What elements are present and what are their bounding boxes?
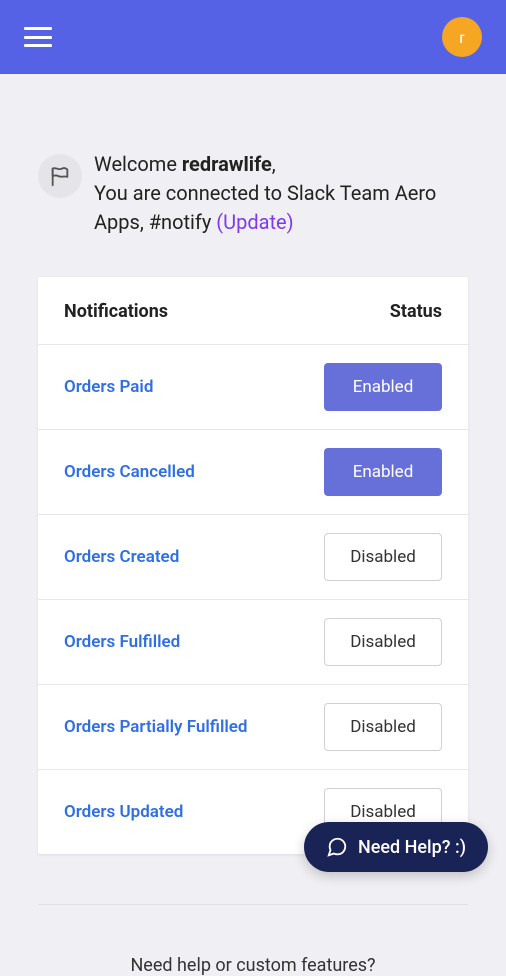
status-toggle-button[interactable]: Disabled (324, 703, 442, 751)
col-header-status: Status (390, 301, 442, 322)
notification-row: Orders Paid Enabled (38, 345, 468, 430)
hamburger-menu-icon[interactable] (24, 27, 52, 47)
notification-link[interactable]: Orders Partially Fulfilled (64, 717, 248, 737)
welcome-suffix: , (272, 152, 276, 176)
chat-icon (326, 836, 348, 858)
notification-row: Orders Created Disabled (38, 515, 468, 600)
status-toggle-button[interactable]: Disabled (324, 533, 442, 581)
welcome-username: redrawlife (182, 152, 272, 176)
status-toggle-button[interactable]: Enabled (324, 448, 442, 496)
slack-channel: #notify (149, 210, 212, 234)
update-link[interactable]: (Update) (216, 210, 293, 234)
notification-link[interactable]: Orders Cancelled (64, 462, 195, 482)
welcome-prefix: Welcome (94, 152, 182, 176)
col-header-notifications: Notifications (64, 301, 168, 322)
notification-row: Orders Fulfilled Disabled (38, 600, 468, 685)
notification-link[interactable]: Orders Updated (64, 802, 183, 822)
app-header: r (0, 0, 506, 74)
status-toggle-button[interactable]: Enabled (324, 363, 442, 411)
footer-help-text: Need help or custom features? (0, 955, 506, 976)
divider (38, 904, 468, 905)
notification-link[interactable]: Orders Created (64, 547, 179, 567)
notification-row: Orders Cancelled Enabled (38, 430, 468, 515)
avatar-initial: r (459, 28, 464, 47)
avatar[interactable]: r (442, 17, 482, 57)
notification-link[interactable]: Orders Paid (64, 377, 153, 397)
welcome-section: Welcome redrawlife, You are connected to… (0, 74, 506, 277)
notification-row: Orders Partially Fulfilled Disabled (38, 685, 468, 770)
welcome-text: Welcome redrawlife, You are connected to… (94, 150, 468, 237)
help-widget[interactable]: Need Help? :) (304, 822, 488, 872)
notification-link[interactable]: Orders Fulfilled (64, 632, 180, 652)
flag-icon (38, 154, 82, 198)
help-widget-label: Need Help? :) (358, 837, 466, 858)
notifications-card: Notifications Status Orders PaidEnabledO… (38, 277, 468, 854)
card-header: Notifications Status (38, 277, 468, 345)
status-toggle-button[interactable]: Disabled (324, 618, 442, 666)
